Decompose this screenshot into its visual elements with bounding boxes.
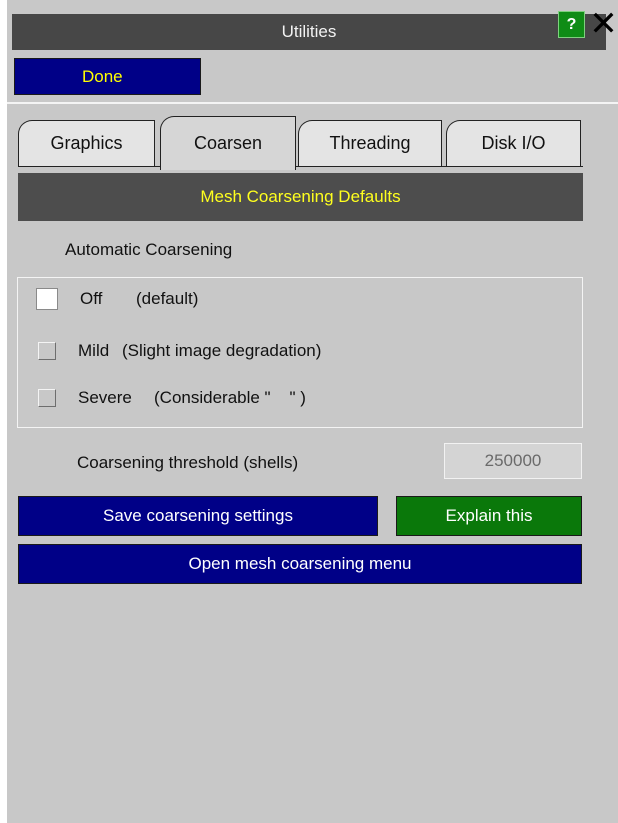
save-coarsening-settings-button[interactable]: Save coarsening settings <box>18 496 378 536</box>
threshold-input[interactable]: 250000 <box>444 443 582 479</box>
option-severe-label: Severe <box>78 388 132 407</box>
option-mild-note: (Slight image degradation) <box>122 341 322 360</box>
option-mild-label: Mild <box>78 341 110 360</box>
close-button[interactable]: ✕ <box>589 6 618 42</box>
automatic-coarsening-label: Automatic Coarsening <box>65 240 233 259</box>
threshold-label: Coarsening threshold (shells) <box>77 453 299 472</box>
help-button[interactable]: ? <box>558 11 585 38</box>
tab-baseline <box>18 166 583 167</box>
close-icon: ✕ <box>589 5 618 43</box>
option-off[interactable]: Off (default) <box>36 288 199 310</box>
window-title: Utilities <box>12 14 606 50</box>
tab-threading[interactable]: Threading <box>298 120 442 166</box>
tab-disk-io[interactable]: Disk I/O <box>446 120 581 166</box>
tab-graphics[interactable]: Graphics <box>18 120 155 166</box>
open-mesh-coarsening-menu-button[interactable]: Open mesh coarsening menu <box>18 544 582 584</box>
section-title: Mesh Coarsening Defaults <box>18 173 583 221</box>
explain-this-button[interactable]: Explain this <box>396 496 582 536</box>
option-severe-note: (Considerable " " ) <box>154 388 306 407</box>
checkbox-severe[interactable] <box>38 389 56 407</box>
checkbox-mild[interactable] <box>38 342 56 360</box>
option-severe[interactable]: Severe (Considerable " " ) <box>38 388 306 408</box>
option-mild[interactable]: Mild (Slight image degradation) <box>38 341 321 361</box>
option-off-label: Off <box>80 289 103 308</box>
option-off-note: (default) <box>136 289 199 308</box>
done-button[interactable]: Done <box>14 58 201 95</box>
tab-coarsen[interactable]: Coarsen <box>160 116 296 170</box>
separator <box>7 102 618 104</box>
checkbox-off[interactable] <box>36 288 58 310</box>
